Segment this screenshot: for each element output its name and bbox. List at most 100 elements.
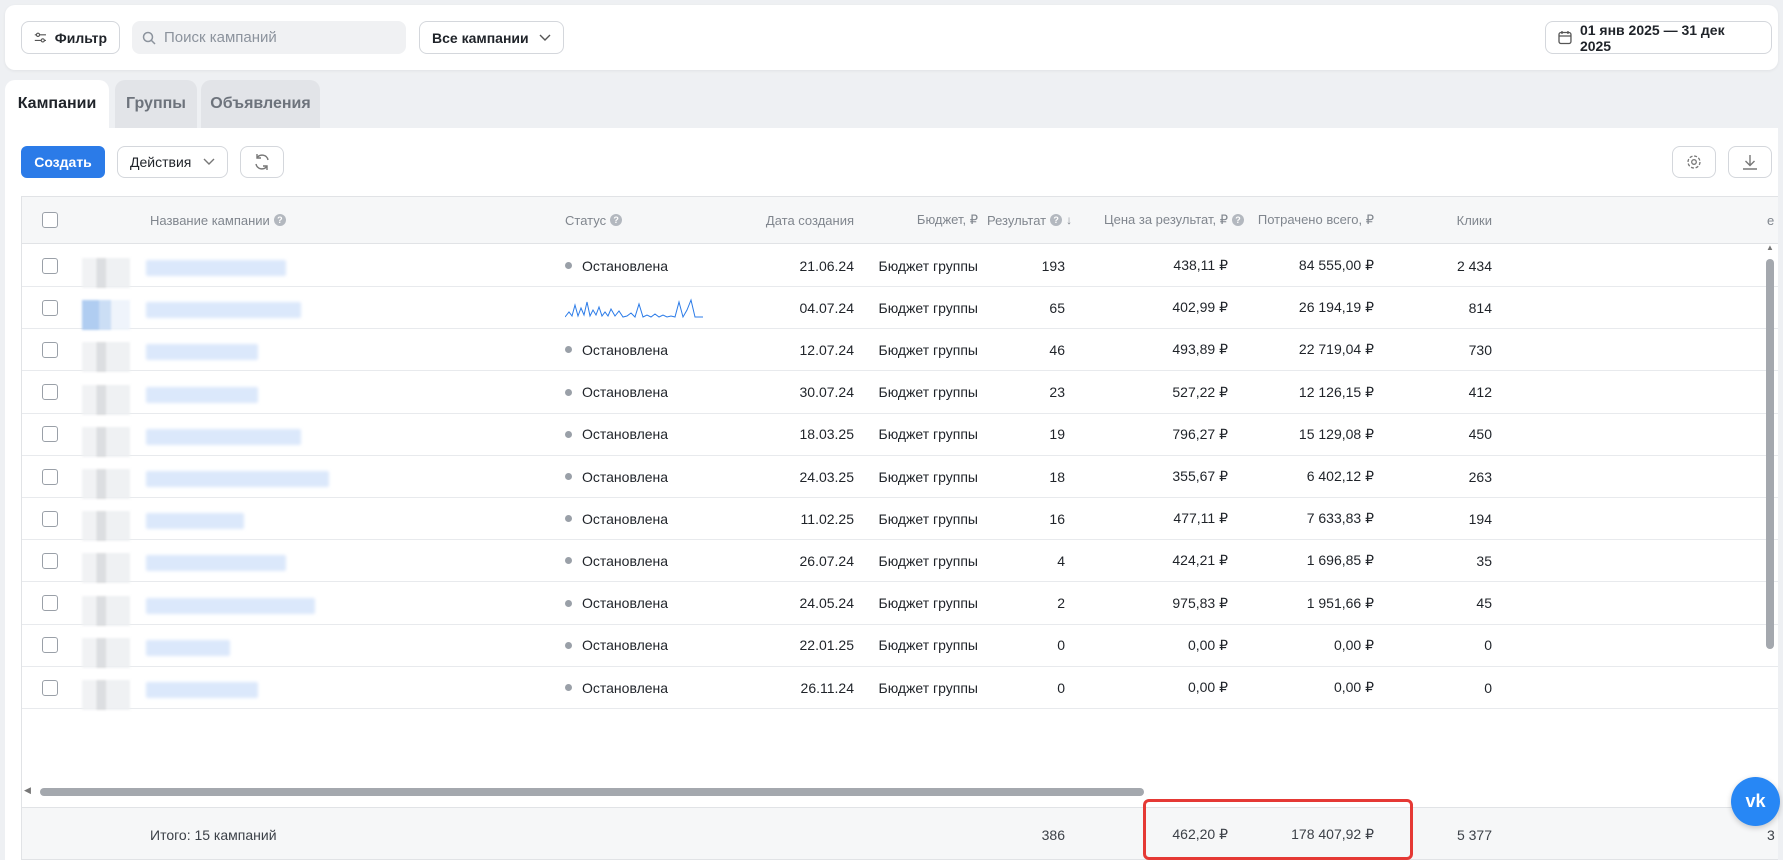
cpr-cell: 0,00 ₽ (1187, 679, 1228, 695)
status-text: Остановлена (582, 426, 669, 443)
row-checkbox[interactable] (42, 341, 58, 358)
status-text: Остановлена (582, 552, 669, 569)
campaign-name-link[interactable] (146, 386, 258, 403)
row-select-cell (42, 414, 62, 455)
select-all-cell (42, 197, 62, 243)
row-checkbox[interactable] (42, 637, 58, 654)
campaign-name-link[interactable] (146, 513, 244, 530)
scroll-up-arrow-icon[interactable]: ▲ (1766, 243, 1774, 252)
status-text: Остановлена (582, 257, 669, 274)
table-row[interactable]: Остановлена 11.02.25 Бюджет группы 16 477,11… (22, 498, 1778, 542)
status-text: Остановлена (582, 384, 669, 401)
header-status[interactable]: Статус? (565, 197, 623, 243)
result-cell: 0 (1057, 679, 1065, 696)
header-status-label: Статус (565, 212, 607, 228)
header-result[interactable]: Результат? ↓ (987, 197, 1072, 243)
header-clicks[interactable]: Клики (1402, 197, 1492, 243)
table-row[interactable]: Остановлена 26.11.24 Бюджет группы 0 0,00 ₽ 0… (22, 667, 1778, 710)
spent-cell: 15 129,08 ₽ (1298, 425, 1374, 442)
download-button[interactable] (1728, 146, 1772, 178)
campaign-name-link[interactable] (146, 555, 286, 572)
help-icon[interactable]: ? (1050, 214, 1063, 226)
clicks-cell: 2 434 (1456, 257, 1492, 274)
refresh-button[interactable] (240, 146, 284, 178)
row-checkbox[interactable] (42, 426, 58, 443)
clicks-cell: 814 (1468, 299, 1492, 316)
campaign-name-link[interactable] (146, 682, 258, 698)
table-row[interactable]: Остановлена 18.03.25 Бюджет группы 19 796,27… (22, 414, 1778, 457)
horizontal-scrollbar-thumb[interactable] (40, 788, 1144, 796)
header-name[interactable]: Название кампании? (150, 197, 286, 243)
result-cell: 18 (1049, 468, 1065, 485)
row-checkbox[interactable] (42, 299, 58, 316)
table-row[interactable]: Остановлена 24.03.25 Бюджет группы 18 355,67… (22, 456, 1778, 499)
table-settings-button[interactable] (1672, 146, 1716, 178)
vertical-scrollbar[interactable]: ▲ (1765, 243, 1775, 794)
sliders-icon (34, 32, 46, 43)
cpr-cell: 402,99 ₽ (1172, 299, 1228, 316)
created-date: 26.11.24 (800, 679, 854, 696)
table-row[interactable]: Остановлена 21.06.24 Бюджет группы 193 438,1… (22, 245, 1778, 288)
vk-logo-button[interactable]: vk (1731, 777, 1780, 826)
actions-dropdown[interactable]: Действия (117, 146, 228, 178)
search-input[interactable] (164, 29, 394, 46)
vk-logo-icon: vk (1745, 791, 1766, 811)
header-created[interactable]: Дата создания (722, 197, 854, 243)
cpr-cell: 796,27 ₽ (1172, 425, 1228, 442)
scroll-left-arrow-icon[interactable]: ◀ (24, 785, 31, 796)
header-name-label: Название кампании (150, 212, 270, 228)
spent-cell: 26 194,19 ₽ (1298, 299, 1374, 316)
campaign-search[interactable] (132, 21, 406, 54)
row-select-cell (42, 583, 62, 624)
created-date: 18.03.25 (799, 426, 855, 443)
row-checkbox[interactable] (42, 679, 58, 696)
campaign-name-link[interactable] (146, 428, 301, 445)
create-button[interactable]: Создать (21, 146, 105, 178)
row-checkbox[interactable] (42, 384, 58, 401)
campaign-name-link[interactable] (146, 597, 315, 614)
vertical-scrollbar-thumb[interactable] (1766, 259, 1774, 649)
help-icon[interactable]: ? (273, 214, 286, 226)
select-all-checkbox[interactable] (42, 212, 58, 228)
horizontal-scrollbar[interactable]: ◀ (22, 785, 1778, 797)
clicks-cell: 35 (1476, 552, 1492, 569)
row-select-cell (42, 372, 62, 413)
budget-cell: Бюджет группы (878, 637, 979, 654)
row-checkbox[interactable] (42, 257, 58, 274)
tab-campaigns[interactable]: Кампании (5, 80, 109, 128)
help-icon[interactable]: ? (610, 214, 623, 226)
campaign-name-link[interactable] (146, 302, 301, 319)
table-row[interactable]: Остановлена 12.07.24 Бюджет группы 46 493,89… (22, 329, 1778, 373)
header-extra[interactable]: е (1767, 197, 1774, 243)
table-row[interactable]: 04.07.24 Бюджет группы 65 402,99 ₽ 26 194,19… (22, 287, 1778, 331)
header-spent[interactable]: Потрачено всего, ₽ (1222, 197, 1374, 243)
row-checkbox[interactable] (42, 595, 58, 612)
created-date: 12.07.24 (799, 341, 855, 358)
status-dot-icon (565, 557, 572, 565)
cpr-cell: 975,83 ₽ (1172, 594, 1228, 611)
row-checkbox[interactable] (42, 510, 58, 527)
table-row[interactable]: Остановлена 26.07.24 Бюджет группы 4 424,21 … (22, 540, 1778, 584)
status-cell: Остановлена (565, 540, 668, 581)
campaign-name-link[interactable] (146, 471, 329, 487)
table-row[interactable]: Остановлена 24.05.24 Бюджет группы 2 975,83 … (22, 583, 1778, 626)
row-checkbox[interactable] (42, 468, 58, 485)
campaign-thumbnail (82, 553, 130, 584)
row-checkbox[interactable] (42, 552, 58, 569)
campaign-name-link[interactable] (146, 344, 258, 361)
campaign-name-link[interactable] (146, 639, 230, 656)
budget-cell: Бюджет группы (878, 426, 979, 443)
header-budget[interactable]: Бюджет, ₽ (862, 197, 978, 243)
table-row[interactable]: Остановлена 22.01.25 Бюджет группы 0 0,00 ₽ 0… (22, 625, 1778, 668)
campaign-name-link[interactable] (146, 260, 286, 276)
tab-groups[interactable]: Группы (115, 80, 197, 128)
header-clicks-label: Клики (1456, 212, 1492, 228)
clicks-cell: 450 (1468, 426, 1492, 443)
created-date: 24.03.25 (799, 468, 855, 485)
date-range-picker[interactable]: 01 янв 2025 — 31 дек 2025 (1545, 21, 1772, 54)
campaigns-select[interactable]: Все кампании (419, 21, 564, 54)
table-row[interactable]: Остановлена 30.07.24 Бюджет группы 23 527,22… (22, 372, 1778, 415)
filter-button[interactable]: Фильтр (21, 21, 120, 54)
chevron-down-icon (203, 158, 215, 165)
tab-ads[interactable]: Объявления (201, 80, 320, 128)
